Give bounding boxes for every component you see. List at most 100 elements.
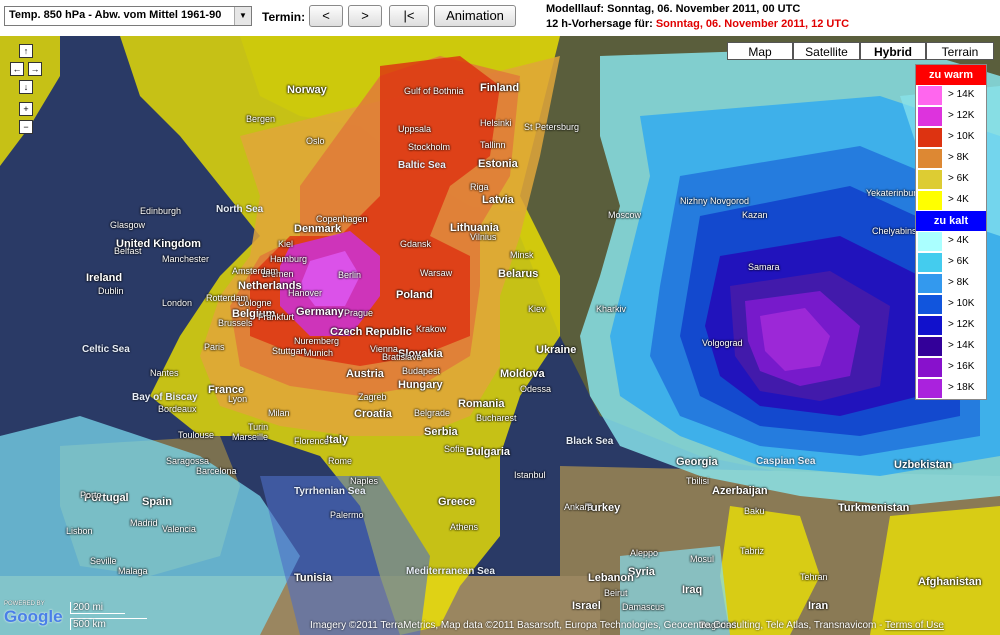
city-label: Kiev: [528, 304, 546, 314]
legend-swatch: [918, 274, 942, 293]
maptype-satellite-button[interactable]: Satellite: [793, 42, 860, 60]
first-button[interactable]: |<: [389, 5, 429, 27]
country-label: Afghanistan: [918, 576, 982, 588]
legend-label: > 8K: [948, 152, 969, 163]
parameter-select[interactable]: Temp. 850 hPa - Abw. vom Mittel 1961-90 …: [4, 6, 252, 26]
city-label: Oslo: [306, 136, 325, 146]
google-logo[interactable]: POWERED BY Google: [4, 601, 63, 627]
animation-button[interactable]: Animation: [434, 5, 516, 27]
city-label: Vilnius: [470, 232, 497, 242]
legend-swatch: [918, 191, 942, 210]
country-label: Germany: [296, 306, 344, 318]
zoom-in-button[interactable]: +: [19, 102, 33, 116]
country-label: Bulgaria: [466, 446, 511, 458]
city-label: Nantes: [150, 368, 179, 378]
city-label: Damascus: [622, 602, 665, 612]
sea-label: Celtic Sea: [82, 344, 130, 355]
city-label: Tabriz: [740, 546, 765, 556]
legend-cold-row: > 18K: [916, 378, 986, 399]
legend-label: > 14K: [948, 89, 975, 100]
pan-right-button[interactable]: →: [28, 62, 42, 76]
city-label: Yekaterinburg: [866, 188, 922, 198]
city-label: Marseille: [232, 432, 269, 442]
country-label: Iran: [808, 600, 829, 612]
city-label: Helsinki: [480, 118, 512, 128]
legend-swatch: [918, 107, 942, 126]
city-label: Athens: [450, 522, 479, 532]
legend: zu warm > 14K > 12K > 10K > 8K > 6K > 4K zu k…: [915, 64, 987, 400]
forecast-prefix: 12 h-Vorhersage für:: [546, 18, 656, 30]
legend-label: > 6K: [948, 173, 969, 184]
country-label: Moldova: [500, 368, 545, 380]
city-label: Tbilisi: [686, 476, 710, 486]
chevron-down-icon[interactable]: ▼: [234, 7, 251, 25]
scale-km: 500 km: [70, 618, 147, 630]
legend-cold-row: > 6K: [916, 252, 986, 273]
city-label: Madrid: [130, 518, 158, 528]
city-label: Rome: [328, 456, 353, 466]
city-label: Valencia: [162, 524, 196, 534]
city-label: Gulf of Bothnia: [404, 86, 464, 96]
legend-swatch: [918, 337, 942, 356]
city-label: Warsaw: [420, 268, 453, 278]
pan-down-button[interactable]: ↓: [19, 80, 33, 94]
zoom-out-button[interactable]: −: [19, 120, 33, 134]
modelllauf-info: Modelllauf: Sonntag, 06. November 2011, …: [546, 3, 800, 15]
legend-swatch: [918, 170, 942, 189]
map-view[interactable]: Norway Finland Estonia Latvia Lithuania Belar…: [0, 36, 1000, 635]
city-label: Nuremberg: [294, 336, 340, 346]
country-label: Italy: [326, 434, 349, 446]
city-label: Minsk: [510, 250, 534, 260]
city-label: Aleppo: [630, 548, 659, 558]
legend-swatch: [918, 316, 942, 335]
legend-swatch: [918, 295, 942, 314]
country-label: Lebanon: [588, 572, 634, 584]
city-label: Bergen: [246, 114, 276, 124]
country-label: Czech Republic: [330, 326, 412, 338]
legend-cold-row: > 10K: [916, 294, 986, 315]
prev-button[interactable]: <: [309, 5, 343, 27]
city-label: Florence: [294, 436, 330, 446]
terms-of-use-link[interactable]: Terms of Use: [885, 620, 944, 631]
country-label: Georgia: [676, 456, 718, 468]
country-label: Latvia: [482, 194, 514, 206]
country-label: Tunisia: [294, 572, 332, 584]
country-label: Poland: [396, 289, 433, 301]
maptype-hybrid-button[interactable]: Hybrid: [860, 42, 926, 60]
legend-label: > 10K: [948, 131, 975, 142]
country-label: Denmark: [294, 223, 342, 235]
sea-label: North Sea: [216, 204, 264, 215]
legend-warm-row: > 8K: [916, 148, 986, 169]
google-logo-text: Google: [4, 607, 63, 626]
copyright-text: Imagery ©2011 TerraMetrics, Map data ©20…: [310, 620, 886, 631]
maptype-terrain-button[interactable]: Terrain: [926, 42, 994, 60]
city-label: Ankara: [564, 502, 593, 512]
next-button[interactable]: >: [348, 5, 382, 27]
city-label: Kazan: [742, 210, 768, 220]
country-label: Hungary: [398, 379, 443, 391]
country-label: Azerbaijan: [712, 485, 768, 497]
warm-4k-afghan: [870, 506, 1000, 635]
city-label: Paris: [204, 342, 225, 352]
city-label: Uppsala: [398, 124, 432, 134]
country-label: Ukraine: [536, 344, 577, 356]
city-label: London: [162, 298, 193, 308]
pan-left-button[interactable]: ←: [10, 62, 24, 76]
pan-up-button[interactable]: ↑: [19, 44, 33, 58]
city-label: Saragossa: [166, 456, 210, 466]
city-label: Mosul: [690, 554, 715, 564]
city-label: Naples: [350, 476, 379, 486]
legend-swatch: [918, 253, 942, 272]
country-label: Norway: [287, 84, 327, 96]
city-label: Lyon: [228, 394, 248, 404]
legend-warm-header: zu warm: [916, 65, 986, 85]
maptype-map-button[interactable]: Map: [727, 42, 793, 60]
legend-cold-row: > 14K: [916, 336, 986, 357]
city-label: Volgograd: [702, 338, 743, 348]
city-label: Porto: [80, 490, 102, 500]
city-label: Zagreb: [358, 392, 387, 402]
city-label: Milan: [268, 408, 290, 418]
city-label: Malaga: [118, 566, 148, 576]
city-label: Samara: [748, 262, 780, 272]
city-label: Palermo: [330, 510, 364, 520]
